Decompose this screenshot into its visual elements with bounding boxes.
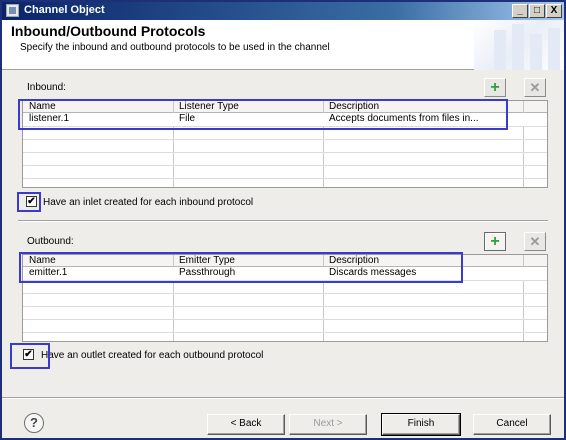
add-icon: + [490, 79, 500, 96]
title-bar[interactable]: Channel Object _ □ X [2, 2, 564, 20]
outbound-label: Outbound: [27, 236, 74, 247]
window-title: Channel Object [24, 4, 105, 16]
close-button[interactable]: X [546, 4, 562, 18]
channel-object-dialog: Channel Object _ □ X Inbound/Outbound Pr… [0, 0, 566, 440]
add-inbound-button[interactable]: + [484, 78, 506, 97]
remove-outbound-button[interactable]: ✕ [524, 232, 546, 251]
back-button[interactable]: < Back [207, 414, 285, 435]
cancel-button[interactable]: Cancel [473, 414, 551, 435]
inbound-highlight-box [18, 99, 508, 130]
inbound-label: Inbound: [27, 82, 66, 93]
section-separator [18, 220, 548, 222]
add-outbound-button[interactable]: + [484, 232, 506, 251]
help-icon[interactable]: ? [24, 413, 44, 433]
remove-inbound-button[interactable]: ✕ [524, 78, 546, 97]
add-icon: + [490, 233, 500, 250]
outbound-outlet-label[interactable]: Have an outlet created for each outbound… [41, 350, 263, 361]
remove-icon: ✕ [529, 79, 541, 95]
remove-icon: ✕ [529, 233, 541, 249]
footer-separator [2, 397, 564, 399]
maximize-button[interactable]: □ [529, 4, 545, 18]
inbound-inlet-label[interactable]: Have an inlet created for each inbound p… [43, 197, 253, 208]
outbound-checkbox-highlight-box [10, 343, 50, 369]
wizard-header: Inbound/Outbound Protocols Specify the i… [2, 20, 564, 70]
page-title: Inbound/Outbound Protocols [11, 23, 206, 39]
page-subtitle: Specify the inbound and outbound protoco… [20, 42, 330, 53]
outbound-highlight-box [19, 252, 463, 283]
next-button[interactable]: Next > [289, 414, 367, 435]
minimize-button[interactable]: _ [512, 4, 528, 18]
app-icon [6, 4, 19, 17]
finish-button[interactable]: Finish [381, 413, 461, 436]
inbound-checkbox-highlight-box [17, 192, 41, 212]
header-banner-image [474, 20, 564, 70]
